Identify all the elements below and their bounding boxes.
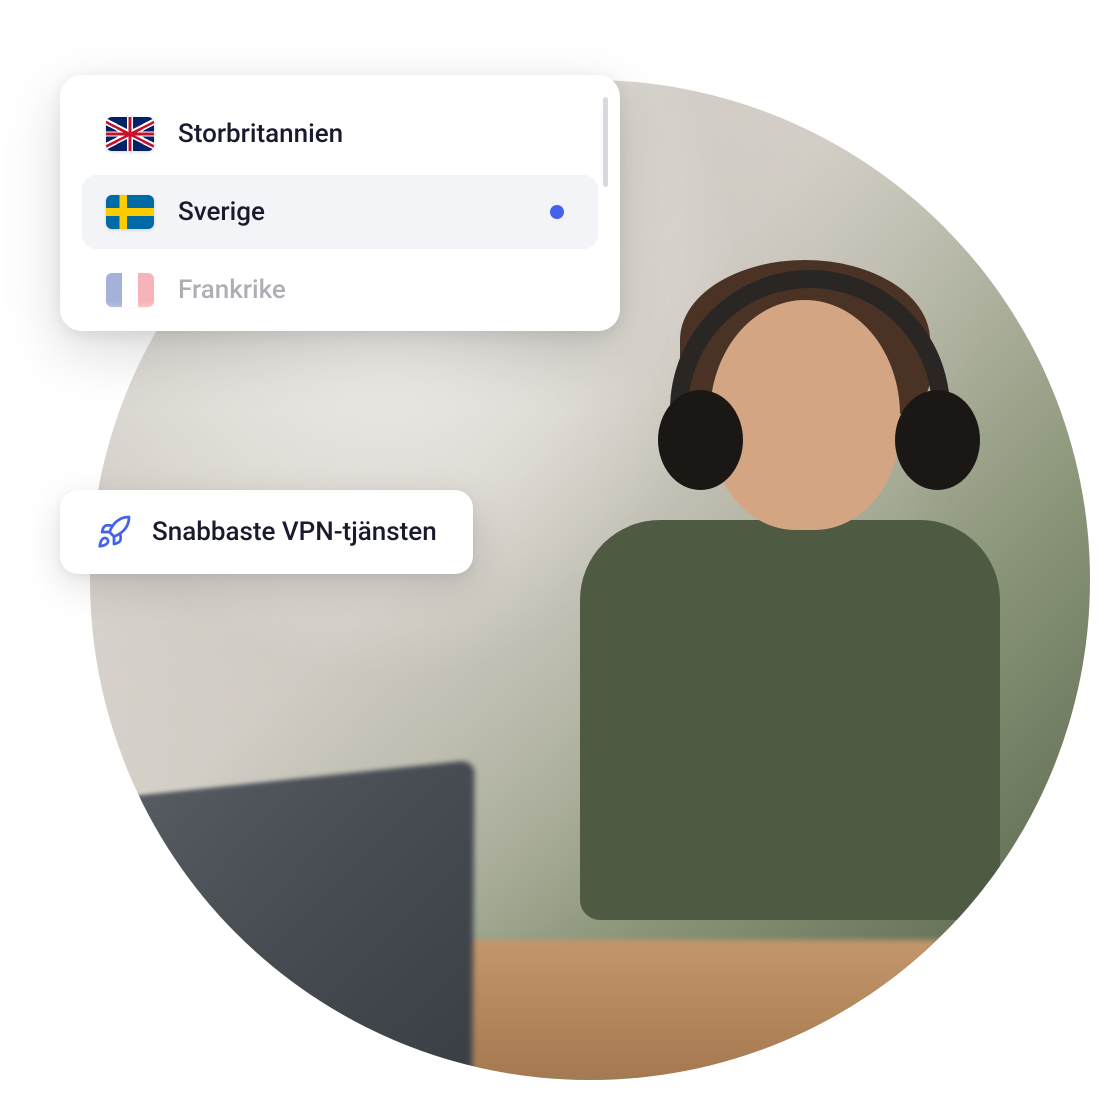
flag-uk-icon <box>106 117 154 151</box>
flag-france-icon <box>106 273 154 307</box>
country-label: Frankrike <box>178 275 574 305</box>
country-item-uk[interactable]: Storbritannien <box>82 97 598 171</box>
speed-badge: Snabbaste VPN-tjänsten <box>60 490 473 574</box>
country-item-sweden[interactable]: Sverige <box>82 175 598 249</box>
scrollbar[interactable] <box>603 97 608 187</box>
flag-sweden-icon <box>106 195 154 229</box>
laptop-illustration <box>90 760 475 1080</box>
country-label: Storbritannien <box>178 119 574 149</box>
country-item-france[interactable]: Frankrike <box>82 253 598 327</box>
selected-indicator-icon <box>550 205 564 219</box>
rocket-icon <box>96 514 132 550</box>
badge-text: Snabbaste VPN-tjänsten <box>152 517 437 547</box>
country-label: Sverige <box>178 197 550 227</box>
country-selector-card: Storbritannien Sverige Frankrike <box>60 75 620 331</box>
person-illustration <box>530 260 1030 880</box>
